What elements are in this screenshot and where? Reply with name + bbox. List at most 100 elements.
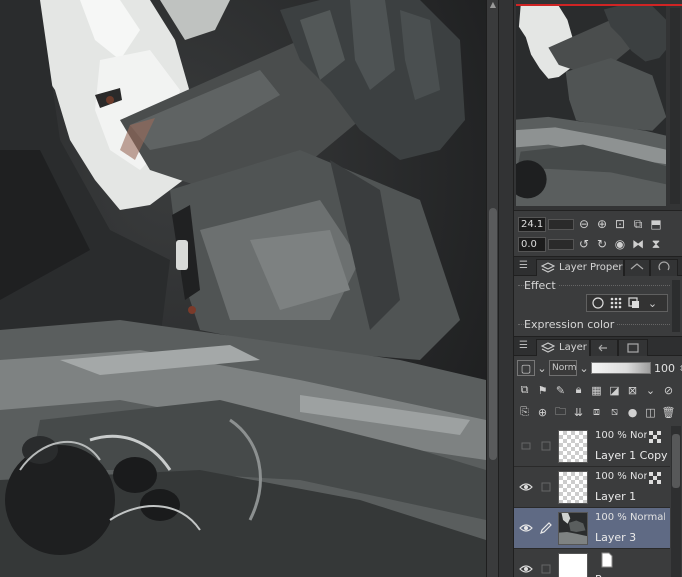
tone-layer-icon <box>649 431 661 443</box>
layer-name: Layer 3 <box>595 531 637 544</box>
layer-lock-slot-icon[interactable] <box>538 561 554 577</box>
enable-mask-icon[interactable]: ◪ <box>607 383 622 398</box>
layer-menu-icon[interactable]: ☰ <box>519 340 531 352</box>
tab-layer-label: Layer <box>559 342 587 353</box>
rotation-input[interactable]: 0.0 <box>518 236 546 252</box>
layer-row[interactable]: 100 % Norm Layer 1 Copy <box>514 426 670 467</box>
canvas-vertical-scrollbar[interactable]: ▲ <box>486 0 498 577</box>
layer-name: P <box>595 573 602 577</box>
scroll-up-arrow-icon[interactable]: ▲ <box>488 0 498 10</box>
scrollbar-thumb[interactable] <box>489 208 497 460</box>
rotate-left-icon[interactable]: ↺ <box>576 236 592 252</box>
tab-layer[interactable]: Layer <box>536 339 590 356</box>
layer-name: Layer 1 <box>595 490 637 503</box>
fit-window-icon[interactable]: ⧉ <box>630 216 646 232</box>
layer-row[interactable]: 100 % Norm Layer 1 <box>514 467 670 508</box>
tab-layer-property[interactable]: Layer Proper <box>536 259 624 276</box>
delete-layer-icon[interactable]: 🗑︎ <box>661 405 676 420</box>
eye-icon[interactable] <box>519 522 533 534</box>
new-raster-layer-icon[interactable]: ⎘ <box>517 405 532 420</box>
rotation-row: 0.0 ↺ ↻ ◉ ⧓ ⧗ <box>518 235 664 253</box>
flip-vertical-icon[interactable]: ⧗ <box>648 236 664 252</box>
lock-transparent-icon[interactable]: ▦ <box>589 383 604 398</box>
new-folder-icon[interactable]: 🗀︎ <box>553 405 568 420</box>
actual-size-icon[interactable]: ⊡ <box>612 216 628 232</box>
tab-inactive-1[interactable] <box>624 259 650 276</box>
navigator-preview-image <box>516 6 666 206</box>
expression-color-label: Expression color <box>524 318 618 331</box>
rotation-slider[interactable] <box>548 238 574 250</box>
palette-color-chevron-icon[interactable]: ⌄ <box>537 361 546 376</box>
layer-thumbnail <box>558 511 588 546</box>
navigator-panel <box>514 0 682 210</box>
layer-name: Layer 1 Copy <box>595 449 668 462</box>
lock-row: ⧉ ⚑ ✎ 🔒︎ ▦ ◪ ⊠ ⌄ ⊘ <box>517 380 676 400</box>
layer-list-scrollbar[interactable] <box>671 426 681 577</box>
eye-icon[interactable] <box>519 563 533 575</box>
layer-thumbnail <box>558 553 588 577</box>
opacity-slider[interactable] <box>591 362 651 374</box>
combine-layers-icon[interactable]: ⧈ <box>589 405 604 420</box>
material-icon <box>627 343 639 353</box>
hide-ruler-icon[interactable]: ⊘ <box>661 383 676 398</box>
auto-action-icon <box>658 261 670 271</box>
effect-label: Effect <box>524 279 559 292</box>
create-mask-icon[interactable]: ⧅ <box>607 405 622 420</box>
effect-dropdown-chevron-icon[interactable]: ⌄ <box>645 296 660 311</box>
layer-tabbar: ☰ Layer <box>514 336 682 356</box>
reference-layer-icon[interactable]: ⚑ <box>535 383 550 398</box>
fit-navigator-icon[interactable]: ⬒ <box>648 216 664 232</box>
lock-layer-icon[interactable]: 🔒︎ <box>571 383 586 398</box>
apply-mask-icon[interactable]: ◫ <box>643 405 658 420</box>
ruler-range-icon[interactable]: ⊠ <box>625 383 640 398</box>
zoom-input[interactable]: 24.1 <box>518 216 546 232</box>
zoom-out-icon[interactable]: ⊖ <box>576 216 592 232</box>
transfer-down-icon[interactable]: ⇊ <box>571 405 586 420</box>
draft-layer-icon[interactable]: ✎ <box>553 383 568 398</box>
layer-row-selected[interactable]: 100 % Normal Layer 3 <box>514 508 670 549</box>
drawing-canvas[interactable] <box>0 0 486 577</box>
navigator-controls: 24.1 ⊖ ⊕ ⊡ ⧉ ⬒ 0.0 ↺ ↻ ◉ ⧓ ⧗ <box>514 210 682 256</box>
flip-horizontal-icon[interactable]: ⧓ <box>630 236 646 252</box>
layer-list-scroll-thumb[interactable] <box>672 434 680 488</box>
opacity-stepper-icon[interactable]: ⇕ <box>678 361 682 376</box>
tone-layer-icon <box>649 472 661 484</box>
blend-mode-chevron-icon[interactable]: ⌄ <box>579 361 588 376</box>
layer-lock-slot-icon[interactable] <box>538 479 554 495</box>
blend-mode-select[interactable]: Norm <box>549 360 577 376</box>
layer-thumbnail <box>558 430 588 463</box>
zoom-row: 24.1 ⊖ ⊕ ⊡ ⧉ ⬒ <box>518 215 664 233</box>
clip-layer-icon[interactable]: ⧉ <box>517 383 532 398</box>
dropdown-chevron-icon[interactable]: ⌄ <box>643 383 658 398</box>
layer-mask-icon[interactable]: ● <box>625 405 640 420</box>
property-scrollbar[interactable] <box>672 280 680 332</box>
reset-rotation-icon[interactable]: ◉ <box>612 236 628 252</box>
rotate-right-icon[interactable]: ↻ <box>594 236 610 252</box>
layer-color-icon[interactable] <box>627 296 641 310</box>
tab-history[interactable] <box>590 339 618 356</box>
artwork <box>0 0 486 577</box>
tone-effect-icon[interactable] <box>609 296 623 310</box>
border-effect-icon[interactable] <box>591 296 605 310</box>
editing-pen-icon[interactable] <box>538 520 554 536</box>
layer-row[interactable]: P <box>514 549 670 577</box>
layer-lock-slot-icon[interactable] <box>538 438 554 454</box>
navigator-preview[interactable] <box>516 6 666 206</box>
navigator-scrollbar[interactable] <box>670 8 680 204</box>
property-menu-icon[interactable]: ☰ <box>519 260 531 272</box>
tab-inactive-2[interactable] <box>650 259 678 276</box>
palette-color-icon[interactable]: ▢ <box>517 360 535 376</box>
new-vector-layer-icon[interactable]: ⊕ <box>535 405 550 420</box>
panel-splitter[interactable] <box>498 0 514 577</box>
opacity-value[interactable]: 100 <box>654 362 675 375</box>
zoom-slider[interactable] <box>548 218 574 230</box>
layer-blend-info: 100 % Norm <box>595 471 647 482</box>
eye-icon[interactable] <box>519 481 533 493</box>
tab-material[interactable] <box>618 339 648 356</box>
layer-toolbar: ▢ ⌄ Norm ⌄ 100 ⇕ ⧉ ⚑ ✎ 🔒︎ ▦ ◪ ⊠ ⌄ ⊘ ⎘ ⊕ … <box>514 356 682 426</box>
visibility-off-icon[interactable] <box>519 440 533 452</box>
layer-thumbnail-image <box>559 511 587 546</box>
layer-property-icon <box>541 262 555 273</box>
zoom-in-icon[interactable]: ⊕ <box>594 216 610 232</box>
layer-blend-info: 100 % Normal <box>595 512 665 523</box>
